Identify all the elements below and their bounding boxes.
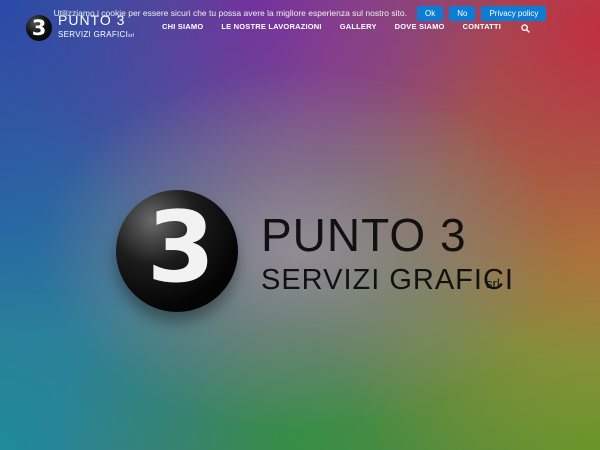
hero-logo: 3 PUNTO 3 SERVIZI GRAFICI srl — [116, 190, 516, 320]
hero-brand-tagline: SERVIZI GRAFICI — [261, 264, 514, 296]
cookie-ok-button[interactable]: Ok — [417, 5, 444, 21]
privacy-policy-button[interactable]: Privacy policy — [481, 5, 547, 21]
hero-brand-suffix: srl — [486, 276, 500, 291]
cookie-no-button[interactable]: No — [449, 5, 476, 21]
cookie-banner: Utilizziamo i cookie per essere sicuri c… — [0, 0, 600, 26]
hero-logo-ball-icon: 3 — [116, 190, 238, 312]
hero-brand-name: PUNTO 3 — [261, 209, 467, 261]
cookie-message: Utilizziamo i cookie per essere sicuri c… — [53, 8, 407, 18]
logo-tagline: SERVIZI GRAFICIsrl — [58, 30, 135, 39]
